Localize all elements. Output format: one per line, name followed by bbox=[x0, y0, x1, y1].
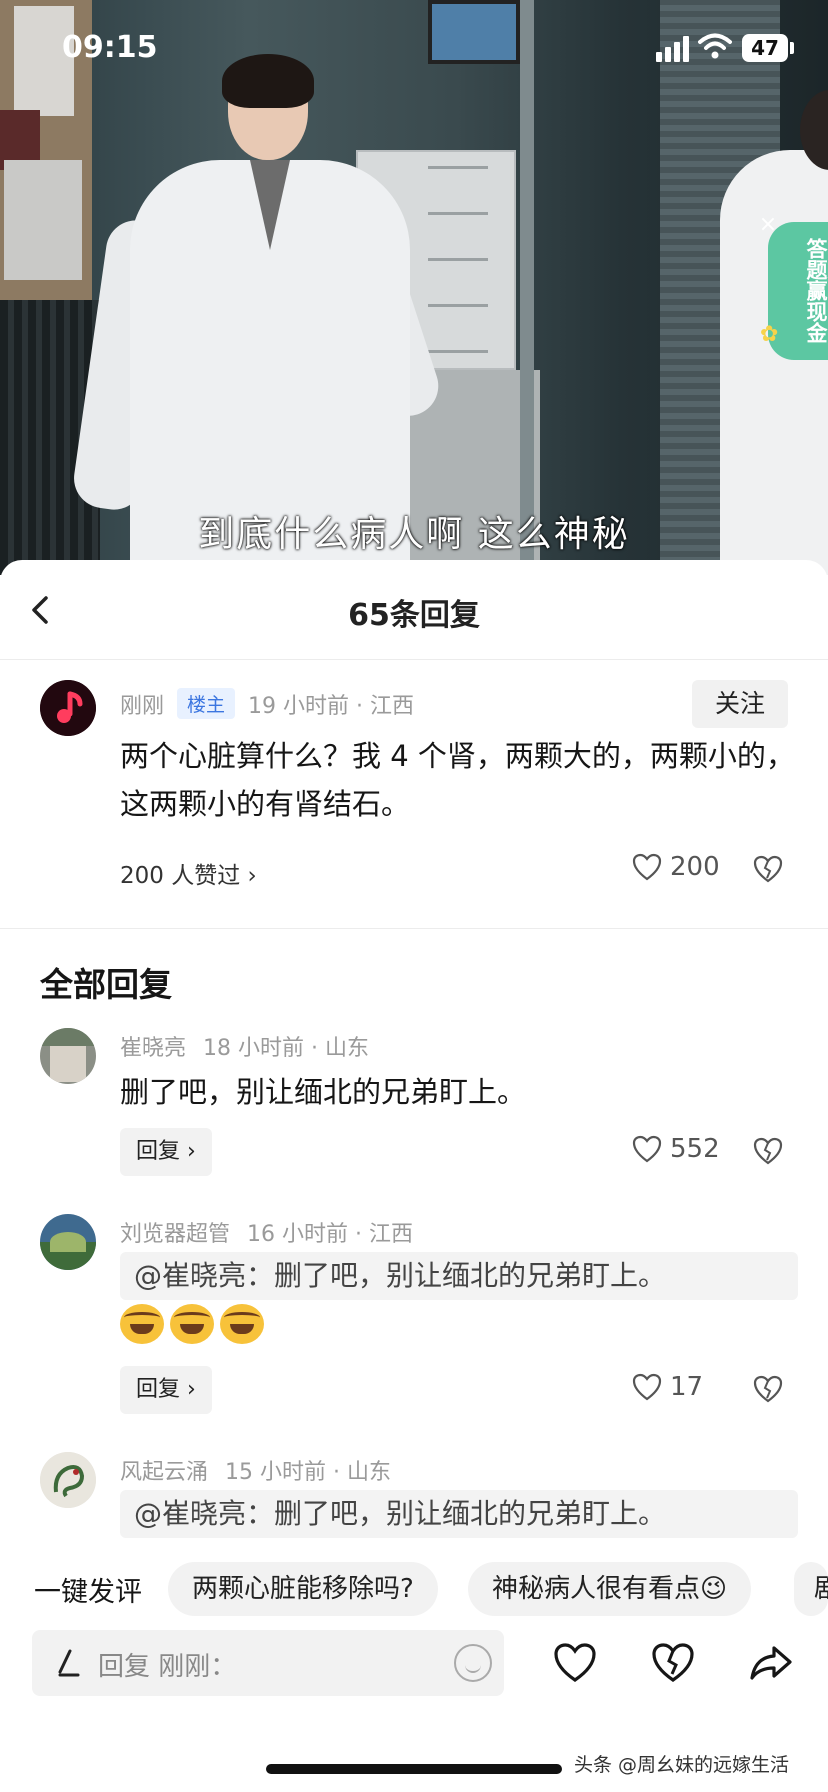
avatar[interactable] bbox=[40, 680, 96, 736]
dragon-icon bbox=[40, 1452, 96, 1508]
reply-author[interactable]: 崔晓亮 bbox=[120, 1036, 186, 1061]
comment-time-location: 19 小时前 · 江西 bbox=[248, 694, 414, 719]
dislike-icon[interactable] bbox=[752, 854, 784, 884]
video-painting bbox=[428, 0, 520, 64]
signal-icon bbox=[656, 36, 690, 62]
quick-comment-chip[interactable]: 神秘病人很有看点😉 bbox=[468, 1562, 752, 1616]
heart-icon[interactable] bbox=[552, 1640, 598, 1686]
video-door bbox=[520, 0, 534, 575]
likers-link[interactable]: 200 人赞过 › bbox=[120, 856, 257, 890]
broken-heart-icon[interactable] bbox=[650, 1640, 696, 1686]
comment-author[interactable]: 刚刚 bbox=[120, 694, 164, 719]
flower-icon: ✿ bbox=[760, 322, 779, 347]
comment-meta: 刚刚 楼主 19 小时前 · 江西 bbox=[120, 688, 414, 720]
video-player[interactable]: 到底什么病人啊 这么神秘 09:15 47 答题赢现金 × ✿ bbox=[0, 0, 828, 575]
laughing-emoji-icon bbox=[120, 1304, 164, 1344]
reply-meta: 风起云涌 15 小时前 · 山东 bbox=[120, 1454, 391, 1486]
reply-author[interactable]: 刘览器超管 bbox=[120, 1222, 230, 1247]
avatar[interactable] bbox=[40, 1028, 96, 1084]
dislike-icon[interactable] bbox=[752, 1374, 784, 1404]
pen-icon bbox=[58, 1649, 80, 1677]
reply-button-label: 回复 bbox=[136, 1377, 181, 1402]
laughing-emoji-icon bbox=[170, 1304, 214, 1344]
follow-button[interactable]: 关注 bbox=[692, 680, 788, 728]
quick-comment-chip[interactable]: 剧 bbox=[794, 1562, 828, 1616]
heart-icon bbox=[632, 853, 662, 881]
emoji-picker-icon[interactable] bbox=[454, 1644, 492, 1682]
quoted-reply[interactable]: @崔晓亮：删了吧，别让缅北的兄弟盯上。 bbox=[120, 1252, 798, 1300]
emoji-row bbox=[120, 1304, 264, 1344]
quick-comment-label: 一键发评 bbox=[34, 1577, 142, 1608]
avatar[interactable] bbox=[40, 1214, 96, 1270]
reply-input[interactable]: 回复 刚刚： bbox=[32, 1630, 504, 1696]
battery-icon: 47 bbox=[742, 34, 788, 62]
status-time: 09:15 bbox=[62, 30, 158, 65]
reply-time-location: 18 小时前 · 山东 bbox=[203, 1036, 369, 1061]
home-indicator[interactable] bbox=[266, 1764, 562, 1774]
like-button[interactable]: 552 bbox=[632, 1134, 720, 1164]
reply-input-placeholder: 回复 刚刚： bbox=[98, 1652, 237, 1682]
like-count: 200 bbox=[670, 852, 720, 882]
reply-button-label: 回复 bbox=[136, 1139, 181, 1164]
sheet-header: 65条回复 bbox=[0, 560, 828, 660]
reply-button[interactable]: 回复 › bbox=[120, 1366, 212, 1414]
wifi-icon bbox=[698, 33, 732, 59]
dislike-icon[interactable] bbox=[752, 1136, 784, 1166]
reply-text: 删了吧，别让缅北的兄弟盯上。 bbox=[120, 1075, 527, 1109]
avatar[interactable] bbox=[40, 1452, 96, 1508]
reply-meta: 崔晓亮 18 小时前 · 山东 bbox=[120, 1030, 369, 1062]
like-button[interactable]: 200 bbox=[632, 852, 720, 882]
reply-time-location: 16 小时前 · 江西 bbox=[247, 1222, 413, 1247]
laughing-emoji-icon bbox=[220, 1304, 264, 1344]
video-subtitle: 到底什么病人啊 这么神秘 bbox=[198, 514, 630, 555]
quoted-reply[interactable]: @崔晓亮：删了吧，别让缅北的兄弟盯上。 bbox=[120, 1490, 798, 1538]
reply-author[interactable]: 风起云涌 bbox=[120, 1460, 208, 1485]
reply-time-location: 15 小时前 · 山东 bbox=[225, 1460, 391, 1485]
quick-comment-bar: 一键发评 两颗心脏能移除吗? 神秘病人很有看点😉 剧 bbox=[0, 1562, 828, 1616]
watermark: 头条 @周幺妹的远嫁生活 bbox=[574, 1754, 790, 1776]
sheet-title: 65条回复 bbox=[348, 598, 480, 633]
share-icon[interactable] bbox=[748, 1640, 794, 1686]
chevron-right-icon: › bbox=[187, 1377, 196, 1402]
divider bbox=[0, 928, 828, 929]
like-button[interactable]: 17 bbox=[632, 1372, 703, 1402]
close-icon[interactable]: × bbox=[756, 214, 780, 238]
reply-button[interactable]: 回复 › bbox=[120, 1128, 212, 1176]
chevron-right-icon: › bbox=[247, 863, 257, 889]
battery-tip bbox=[790, 42, 794, 54]
reply-meta: 刘览器超管 16 小时前 · 江西 bbox=[120, 1216, 413, 1248]
chevron-right-icon: › bbox=[187, 1139, 196, 1164]
likers-text: 200 人赞过 bbox=[120, 863, 241, 889]
heart-icon bbox=[632, 1135, 662, 1163]
comment-text: 两个心脏算什么？我 4 个肾，两颗大的，两颗小的，这两颗小的有肾结石。 bbox=[120, 739, 795, 821]
music-note-icon bbox=[40, 680, 96, 736]
heart-icon bbox=[632, 1373, 662, 1401]
owner-tag: 楼主 bbox=[177, 688, 236, 719]
like-count: 552 bbox=[670, 1134, 720, 1164]
section-title: 全部回复 bbox=[40, 965, 172, 1004]
like-count: 17 bbox=[670, 1372, 704, 1402]
quick-comment-chip[interactable]: 两颗心脏能移除吗? bbox=[168, 1562, 438, 1616]
video-doctor bbox=[70, 54, 447, 575]
